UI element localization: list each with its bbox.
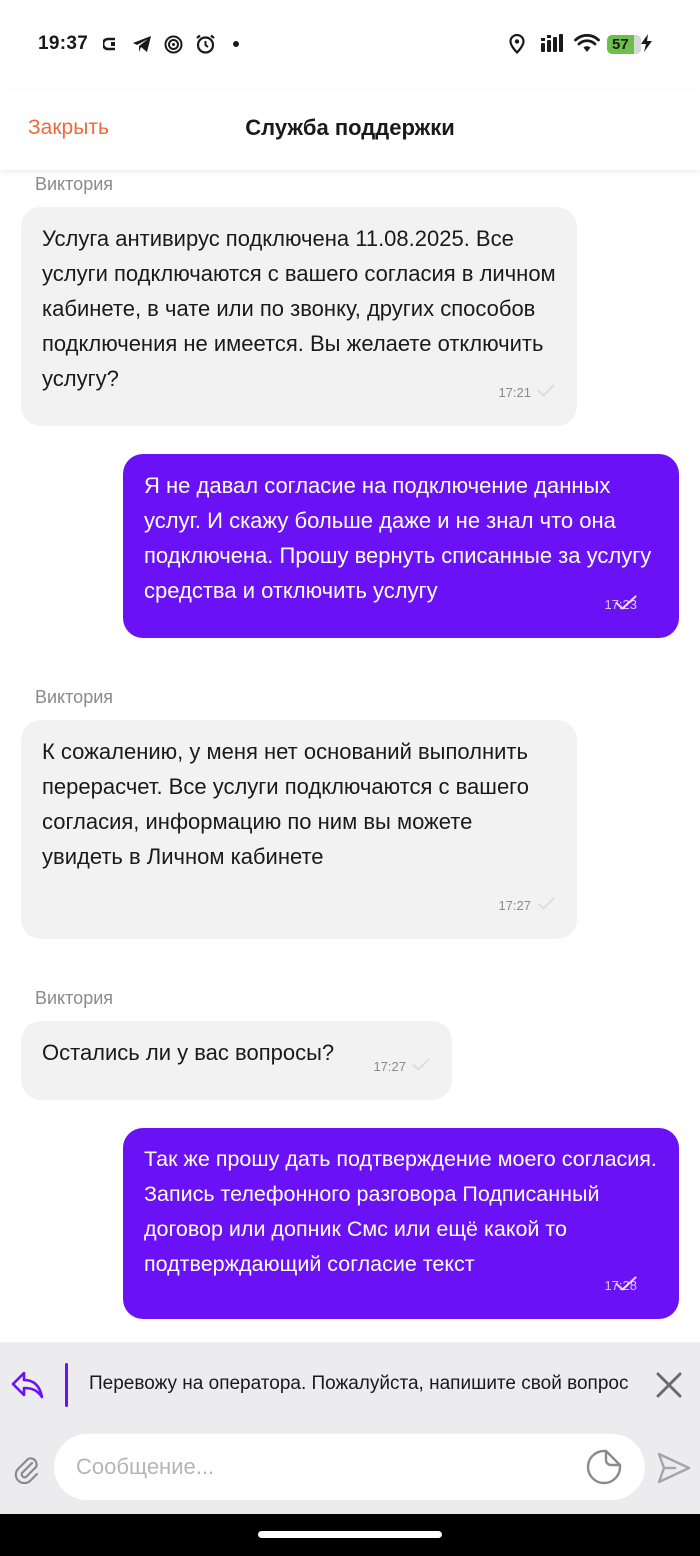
dot-icon bbox=[231, 34, 241, 54]
battery-level: 57 bbox=[612, 36, 629, 53]
status-bar: 19:37 57 bbox=[0, 0, 700, 90]
reply-preview-text: Перевожу на оператора. Пожалуйста, напиш… bbox=[89, 1373, 629, 1394]
read-check-icon bbox=[615, 1266, 637, 1301]
message-time: 17:27 bbox=[498, 898, 531, 913]
check-icon bbox=[537, 375, 555, 410]
telegram-icon bbox=[131, 34, 153, 54]
reply-icon bbox=[10, 1367, 46, 1403]
send-icon[interactable] bbox=[656, 1450, 692, 1486]
message-input-container bbox=[54, 1434, 645, 1500]
signal-icon bbox=[540, 34, 566, 54]
message-meta: 17:27 bbox=[373, 1049, 430, 1084]
wifi-icon bbox=[574, 33, 600, 54]
check-icon bbox=[412, 1049, 430, 1084]
reply-preview-bar: Перевожу на оператора. Пожалуйста, напиш… bbox=[0, 1342, 700, 1428]
reply-accent-line bbox=[65, 1363, 68, 1407]
message-text: К сожалению, у меня нет оснований выполн… bbox=[42, 739, 529, 869]
message-meta: 17:21 bbox=[498, 375, 555, 410]
incoming-message: К сожалению, у меня нет оснований выполн… bbox=[21, 720, 577, 939]
target-icon bbox=[163, 34, 183, 54]
battery-empty-part bbox=[634, 35, 641, 54]
chat-header: Закрыть Служба поддержки bbox=[0, 90, 700, 170]
battery-indicator: 57 bbox=[607, 35, 641, 54]
message-text: Услуга антивирус подключена 11.08.2025. … bbox=[42, 226, 556, 391]
message-meta: 17:27 bbox=[498, 888, 555, 923]
system-navigation-bar bbox=[0, 1514, 700, 1556]
sticker-icon[interactable] bbox=[585, 1448, 623, 1486]
home-indicator[interactable] bbox=[258, 1531, 442, 1538]
outgoing-message: Я не давал согласие на подключение данны… bbox=[123, 454, 679, 638]
read-check-icon bbox=[615, 585, 637, 620]
screen-record-icon bbox=[102, 34, 122, 54]
page-title: Служба поддержки bbox=[245, 115, 455, 140]
close-reply-icon[interactable] bbox=[655, 1371, 683, 1399]
message-text: Так же прошу дать подтверждение моего со… bbox=[144, 1147, 657, 1276]
message-sender: Виктория bbox=[35, 174, 114, 194]
message-sender: Виктория bbox=[35, 687, 114, 707]
incoming-message: Остались ли у вас вопросы? 17:27 bbox=[21, 1021, 452, 1100]
location-icon bbox=[509, 33, 527, 55]
outgoing-message: Так же прошу дать подтверждение моего со… bbox=[123, 1128, 679, 1319]
incoming-message: Услуга антивирус подключена 11.08.2025. … bbox=[21, 207, 577, 426]
message-input[interactable] bbox=[76, 1452, 566, 1482]
message-sender: Виктория bbox=[35, 988, 114, 1008]
charging-icon bbox=[641, 34, 653, 54]
message-text: Я не давал согласие на подключение данны… bbox=[144, 473, 652, 603]
alarm-icon bbox=[194, 34, 216, 54]
message-time: 17:21 bbox=[498, 385, 531, 400]
status-time: 19:37 bbox=[38, 33, 89, 54]
composer-bar bbox=[0, 1428, 700, 1514]
check-icon bbox=[537, 888, 555, 923]
attach-icon[interactable] bbox=[12, 1454, 42, 1485]
message-time: 17:27 bbox=[373, 1059, 406, 1074]
